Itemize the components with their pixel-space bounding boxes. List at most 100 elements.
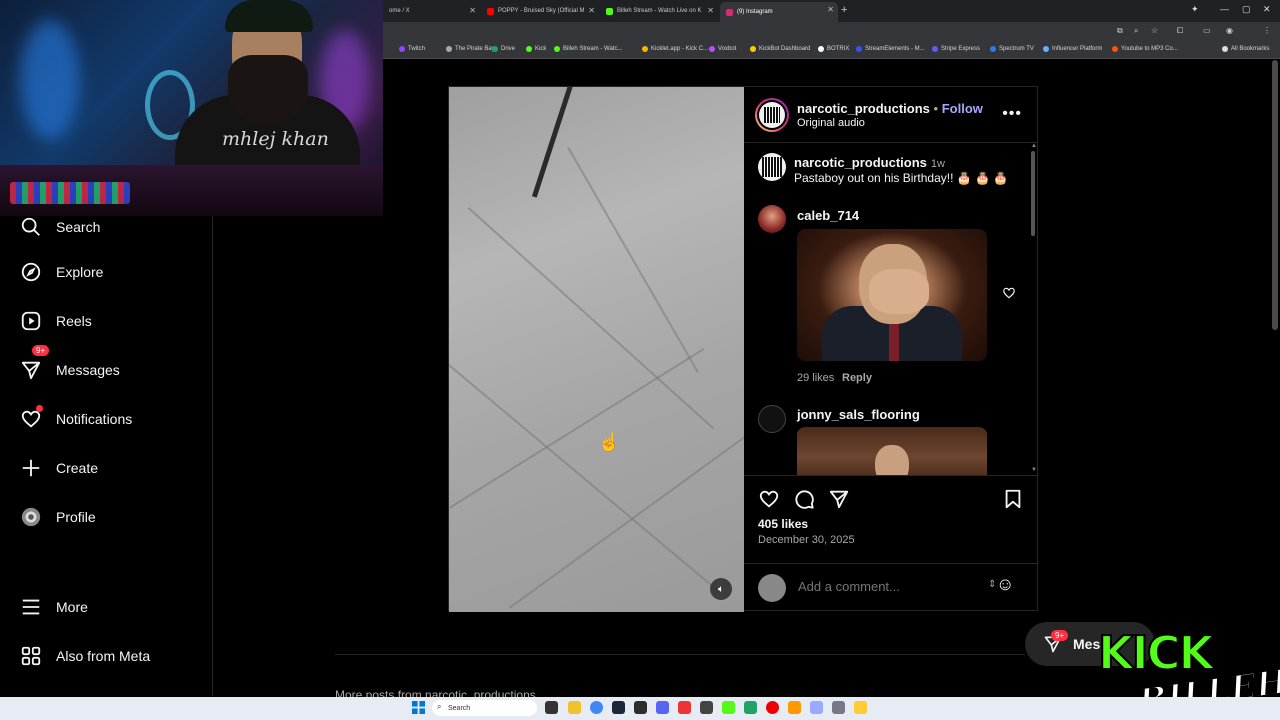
sidebar-item-more[interactable]: More <box>20 596 88 618</box>
reply-button[interactable]: Reply <box>842 372 872 384</box>
app-icon[interactable] <box>854 701 867 714</box>
bookmark-item[interactable]: Billeh Stream - Watc... <box>554 46 622 52</box>
comment-input[interactable] <box>798 579 978 594</box>
comment-author[interactable]: caleb_714 <box>797 208 859 223</box>
app-icon[interactable] <box>788 701 801 714</box>
sidebar-item-profile[interactable]: Profile <box>20 506 96 528</box>
mute-toggle-button[interactable]: 🔈︎ <box>710 578 732 600</box>
app-icon[interactable] <box>678 701 691 714</box>
avatar[interactable] <box>758 205 786 233</box>
bookmark-item[interactable]: The Pirate Bay <box>446 46 495 52</box>
scroll-up-icon[interactable]: ▲ <box>1031 143 1037 149</box>
bookmark-label: Twitch <box>408 46 426 52</box>
comments-scrollbar[interactable] <box>1031 151 1035 236</box>
bookmark-item[interactable]: StreamElements - M... <box>856 46 925 52</box>
chrome-icon[interactable] <box>590 701 603 714</box>
file-explorer-icon[interactable] <box>568 701 581 714</box>
app-icon[interactable] <box>810 701 823 714</box>
bookmark-icon <box>750 46 756 52</box>
obs-icon[interactable] <box>634 701 647 714</box>
share-icon[interactable] <box>828 488 850 510</box>
sidebar-item-reels[interactable]: Reels <box>20 310 92 332</box>
sidebar-item-search[interactable]: Search <box>20 216 100 238</box>
star-icon[interactable]: ☆ <box>1151 26 1158 35</box>
windows-start-icon[interactable] <box>412 701 425 714</box>
post-author[interactable]: narcotic_productions <box>797 101 930 116</box>
app-icon[interactable] <box>744 701 757 714</box>
steam-icon[interactable] <box>612 701 625 714</box>
sidebar-item-also-from-meta[interactable]: Also from Meta <box>20 645 150 667</box>
comments-list[interactable]: narcotic_productions 1w Pastaboy out on h… <box>744 143 1038 475</box>
bookmark-label: KickBot Dashboard <box>759 46 811 52</box>
sidebar-item-create[interactable]: Create <box>20 457 98 479</box>
bookmark-item[interactable]: Spectrum TV <box>990 46 1034 52</box>
discord-icon[interactable] <box>656 701 669 714</box>
tab-instagram[interactable]: (9) Instagram ✕ <box>720 2 838 22</box>
close-icon[interactable]: ✕ <box>707 6 714 15</box>
post-video[interactable]: 🔈︎ <box>449 87 744 612</box>
kick-icon <box>606 7 613 15</box>
minimize-icon[interactable]: — <box>1220 4 1229 14</box>
like-count[interactable]: 405 likes <box>758 517 808 531</box>
settings-icon[interactable] <box>832 701 845 714</box>
audio-label[interactable]: Original audio <box>797 117 865 129</box>
bookmark-item[interactable]: Drive <box>492 46 515 52</box>
profile-icon[interactable]: ✦ <box>1191 4 1199 15</box>
avatar[interactable]: ◉ <box>1226 26 1233 35</box>
bookmark-item[interactable]: Influencer Platform <box>1043 46 1102 52</box>
page-scrollbar[interactable] <box>1272 60 1278 330</box>
bookmark-item[interactable]: BOTRIX <box>818 46 849 52</box>
follow-button[interactable]: Follow <box>942 101 983 116</box>
app-icon[interactable] <box>766 701 779 714</box>
sidebar-item-notifications[interactable]: Notifications <box>20 405 132 430</box>
bookmark-item[interactable]: Stripe Express <box>932 46 980 52</box>
bookmark-item[interactable]: Youtube to MP3 Co... <box>1112 46 1178 52</box>
bookmark-item[interactable]: Voxbot <box>709 46 736 52</box>
cast-icon[interactable]: ⧉ <box>1117 26 1123 36</box>
sidebar-item-explore[interactable]: Explore <box>20 261 103 283</box>
bookmark-label: Influencer Platform <box>1052 46 1103 52</box>
bookmark-icon <box>399 46 405 52</box>
app-icon[interactable] <box>700 701 713 714</box>
maximize-icon[interactable]: ▢ <box>1242 4 1251 15</box>
close-icon[interactable]: ✕ <box>588 6 595 15</box>
task-view-icon[interactable] <box>545 701 558 714</box>
bookmark-item[interactable]: Kicklet.app - Kick C... <box>642 46 708 52</box>
post-modal: 🔈︎ narcotic_productions • Follow Origina… <box>448 86 1038 612</box>
sidebar-item-messages[interactable]: 9+ Messages <box>20 345 120 381</box>
tab-x[interactable]: ome / X ✕ <box>383 3 480 19</box>
bookmark-item[interactable]: Twitch <box>399 46 425 52</box>
tab-kick[interactable]: Billeh Stream - Watch Live on K ✕ <box>600 3 718 19</box>
sidebar-icon[interactable]: ▭ <box>1203 26 1211 35</box>
close-icon[interactable]: ✕ <box>827 5 834 14</box>
messages-pill-label: Mes <box>1073 636 1101 652</box>
new-tab-button[interactable]: + <box>841 4 847 16</box>
taskbar-search[interactable]: ⌕ Search <box>432 700 537 716</box>
emoji-icon[interactable]: ☺ <box>996 574 1014 595</box>
avatar[interactable] <box>758 405 786 433</box>
bookmark-item[interactable]: All Bookmarks <box>1222 46 1269 52</box>
close-icon[interactable]: ✕ <box>469 6 476 15</box>
bookmark-item[interactable]: KickBot Dashboard <box>750 46 810 52</box>
tab-youtube[interactable]: POPPY - Bruised Sky (Official M ✕ <box>481 3 599 19</box>
bookmark-item[interactable]: Kick <box>526 46 546 52</box>
bookmark-icon <box>446 46 452 52</box>
bookmark-icon[interactable] <box>1002 488 1024 510</box>
close-window-icon[interactable]: ✕ <box>1263 4 1271 15</box>
comment-likes[interactable]: 29 likes <box>797 372 834 384</box>
menu-dots-icon[interactable]: ⋮ <box>1263 26 1271 35</box>
comment-gif[interactable] <box>797 427 987 475</box>
comment-author[interactable]: jonny_sals_flooring <box>797 407 920 422</box>
avatar[interactable] <box>758 153 786 181</box>
caption-author[interactable]: narcotic_productions <box>794 155 927 170</box>
scroll-down-icon[interactable]: ▼ <box>1031 467 1037 473</box>
extensions-icon[interactable]: ⧠ <box>1177 26 1183 36</box>
kick-icon[interactable] <box>722 701 735 714</box>
more-options-icon[interactable]: ••• <box>1002 105 1022 123</box>
like-heart-icon[interactable] <box>758 488 780 510</box>
zoom-icon[interactable]: ⌕ <box>1134 26 1138 36</box>
heart-icon[interactable] <box>1002 286 1016 300</box>
author-avatar-ring[interactable] <box>755 98 789 132</box>
comment-bubble-icon[interactable] <box>793 488 815 510</box>
comment-gif[interactable] <box>797 229 987 361</box>
